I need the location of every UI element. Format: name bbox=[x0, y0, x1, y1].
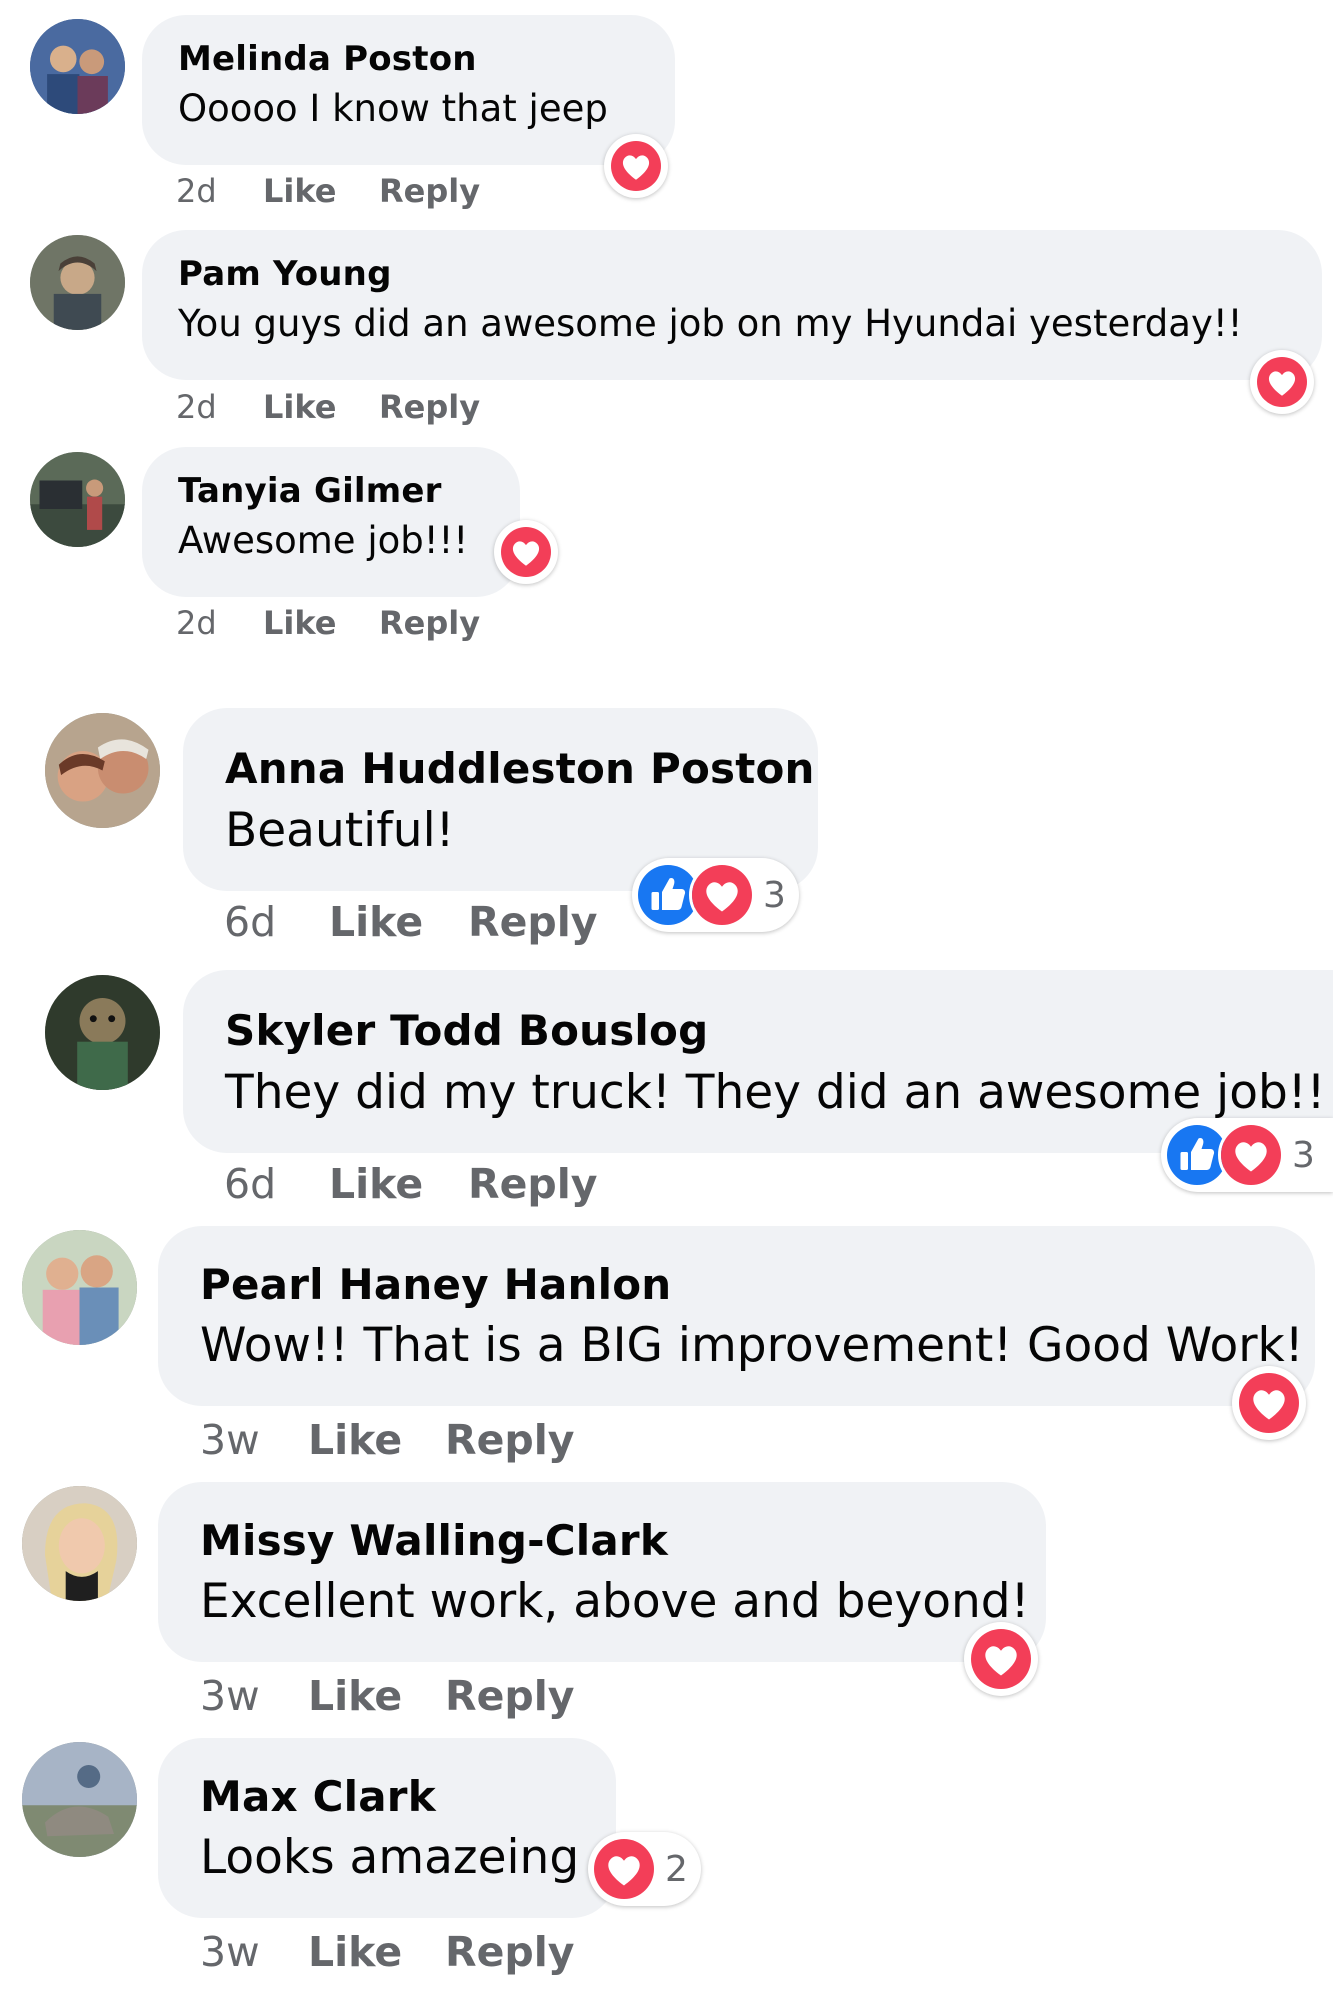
comment: Max Clark Looks amazeing 2 3w Like Reply bbox=[0, 0, 1333, 2000]
reaction-summary[interactable]: 2 bbox=[588, 1832, 701, 1906]
comment-text: Looks amazeing bbox=[200, 1830, 580, 1885]
love-icon bbox=[591, 1836, 657, 1902]
comment-bubble: Max Clark Looks amazeing bbox=[158, 1738, 616, 1918]
like-button[interactable]: Like bbox=[308, 1928, 402, 1976]
reaction-count: 2 bbox=[665, 1848, 688, 1890]
comment-author[interactable]: Max Clark bbox=[200, 1772, 436, 1821]
comment-time[interactable]: 3w bbox=[200, 1928, 260, 1976]
avatar[interactable] bbox=[22, 1742, 137, 1857]
reply-button[interactable]: Reply bbox=[445, 1928, 575, 1976]
